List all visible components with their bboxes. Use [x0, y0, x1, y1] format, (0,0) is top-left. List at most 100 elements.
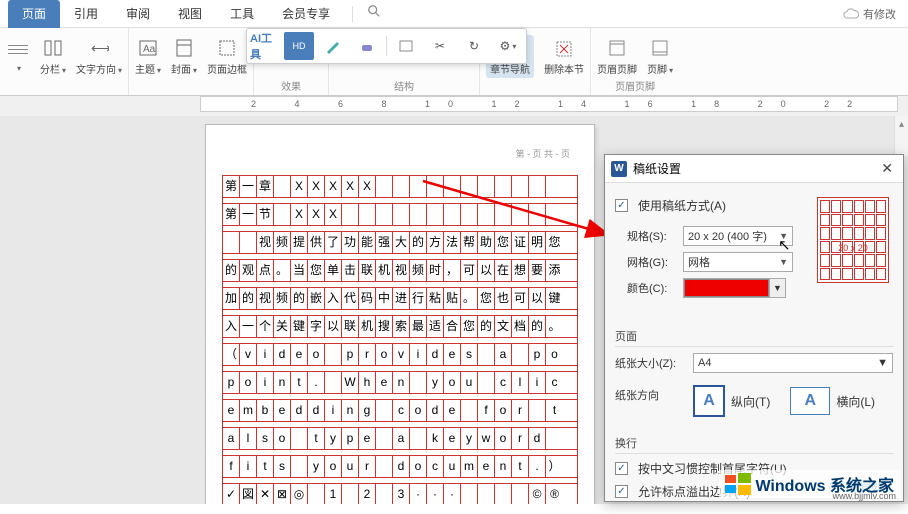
paper-size-select[interactable]: A4▼: [693, 353, 893, 373]
ai-tools-button[interactable]: AI工具: [250, 32, 280, 60]
spec-select[interactable]: 20 x 20 (400 字)▼: [683, 226, 793, 246]
color-select[interactable]: ▼: [683, 278, 786, 298]
grid-cell: o: [240, 372, 257, 393]
grid-cell: e: [444, 344, 461, 365]
float-btn-rotate[interactable]: ↻: [459, 32, 489, 60]
grid-cell: n: [274, 372, 291, 393]
grid-cell: m: [240, 400, 257, 421]
grid-cell: [495, 176, 512, 197]
grid-cell: [529, 204, 546, 225]
cloud-status[interactable]: 有修改: [843, 6, 908, 22]
grid-cell: r: [359, 456, 376, 477]
grid-row: point. When you clic: [223, 372, 577, 394]
grid-cell: 视: [257, 232, 274, 253]
grid-cell: h: [359, 372, 376, 393]
grid-cell: i: [325, 400, 342, 421]
header-footer-button[interactable]: 页眉页脚: [597, 37, 637, 76]
grid-cell: 时: [427, 260, 444, 281]
enable-checkbox-label: 使用稿纸方式(A): [638, 197, 726, 214]
grid-cell: y: [461, 428, 478, 449]
grid-cell: ✓: [223, 484, 240, 504]
grid-cell: 贴: [444, 288, 461, 309]
grid-cell: f: [223, 456, 240, 477]
grid-cell: d: [308, 400, 325, 421]
grid-cell: 索: [393, 316, 410, 337]
grid-cell: 证: [512, 232, 529, 253]
grid-cell: l: [512, 372, 529, 393]
float-btn-gear[interactable]: ⚙▾: [493, 32, 523, 60]
grid-cell: [274, 204, 291, 225]
enable-checkbox[interactable]: ✓: [615, 199, 628, 212]
grid-select[interactable]: 网格▼: [683, 252, 793, 272]
grid-cell: y: [427, 372, 444, 393]
line-spacing-button[interactable]: ▾: [6, 39, 30, 74]
grid-cell: 加: [223, 288, 240, 309]
grid-cell: o: [495, 428, 512, 449]
float-btn-eraser[interactable]: [352, 32, 382, 60]
grid-cell: 强: [376, 232, 393, 253]
ribbon-group-paragraph: ▾ 分栏▾ ⟷ 文字方向▾: [0, 28, 129, 95]
wrap-rule2-checkbox[interactable]: ✓: [615, 485, 628, 498]
dialog-titlebar[interactable]: W 稿纸设置 ✕: [605, 155, 903, 183]
grid-cell: X: [342, 176, 359, 197]
grid-cell: 要: [529, 260, 546, 281]
float-btn-crop[interactable]: ✂: [425, 32, 455, 60]
grid-cell: 帮: [461, 232, 478, 253]
grid-cell: [444, 204, 461, 225]
float-btn-text[interactable]: [391, 32, 421, 60]
tab-review[interactable]: 审阅: [112, 0, 164, 28]
grid-cell: 的: [478, 316, 495, 337]
delete-section-button[interactable]: 删除本节: [544, 37, 584, 76]
grid-cell: 您: [495, 232, 512, 253]
svg-text:Aa: Aa: [143, 44, 156, 55]
writing-grid[interactable]: 第一章 XXXXX第一节 XXX 视频提供了功能强大的方法帮助您证明您的观点。当…: [222, 175, 578, 504]
grid-cell: 在: [495, 260, 512, 281]
grid-cell: d: [427, 344, 444, 365]
tab-references[interactable]: 引用: [60, 0, 112, 28]
grid-cell: a: [495, 344, 512, 365]
grid-cell: 1: [325, 484, 342, 504]
grid-cell: o: [274, 428, 291, 449]
float-btn-hd[interactable]: HD: [284, 32, 314, 60]
cloud-status-label: 有修改: [863, 6, 896, 22]
vertical-scrollbar-up[interactable]: ▴: [894, 116, 908, 156]
grid-cell: k: [427, 428, 444, 449]
grid-label: 网格(G):: [627, 254, 677, 270]
columns-button[interactable]: 分栏▾: [40, 37, 66, 76]
grid-cell: [478, 484, 495, 504]
orientation-landscape[interactable]: A 横向(L): [790, 385, 875, 417]
grid-cell: [546, 204, 563, 225]
grid-cell: ⊠: [274, 484, 291, 504]
grid-cell: c: [393, 400, 410, 421]
tab-page[interactable]: 页面: [8, 0, 60, 28]
tab-tools[interactable]: 工具: [216, 0, 268, 28]
grid-cell: .: [529, 456, 546, 477]
grid-cell: 的: [240, 288, 257, 309]
tab-premium[interactable]: 会员专享: [268, 0, 344, 28]
grid-cell: 机: [359, 316, 376, 337]
theme-button[interactable]: Aa 主题▾: [135, 37, 161, 76]
grid-cell: u: [342, 456, 359, 477]
cover-button[interactable]: 封面▾: [171, 37, 197, 76]
grid-cell: 以: [529, 288, 546, 309]
app-icon: W: [611, 161, 627, 177]
float-btn-pen[interactable]: [318, 32, 348, 60]
grid-cell: [529, 400, 546, 421]
grid-cell: [308, 484, 325, 504]
search-button[interactable]: [361, 0, 387, 28]
grid-cell: 入: [223, 316, 240, 337]
grid-cell: o: [308, 344, 325, 365]
grid-cell: [495, 204, 512, 225]
page-border-button[interactable]: 页面边框: [207, 37, 247, 76]
orientation-portrait[interactable]: A 纵向(T): [693, 385, 770, 417]
divider: [352, 6, 353, 22]
footer-button[interactable]: 页脚▾: [647, 37, 673, 76]
dialog-close-button[interactable]: ✕: [877, 160, 897, 177]
wrap-rule1-checkbox[interactable]: ✓: [615, 462, 628, 475]
tab-view[interactable]: 视图: [164, 0, 216, 28]
grid-cell: 可: [461, 260, 478, 281]
text-direction-button[interactable]: ⟷ 文字方向▾: [76, 37, 122, 76]
grid-cell: 的: [529, 316, 546, 337]
grid-cell: [376, 484, 393, 504]
horizontal-ruler[interactable]: 2 4 6 8 10 12 14 16 18 20 22: [200, 96, 898, 112]
